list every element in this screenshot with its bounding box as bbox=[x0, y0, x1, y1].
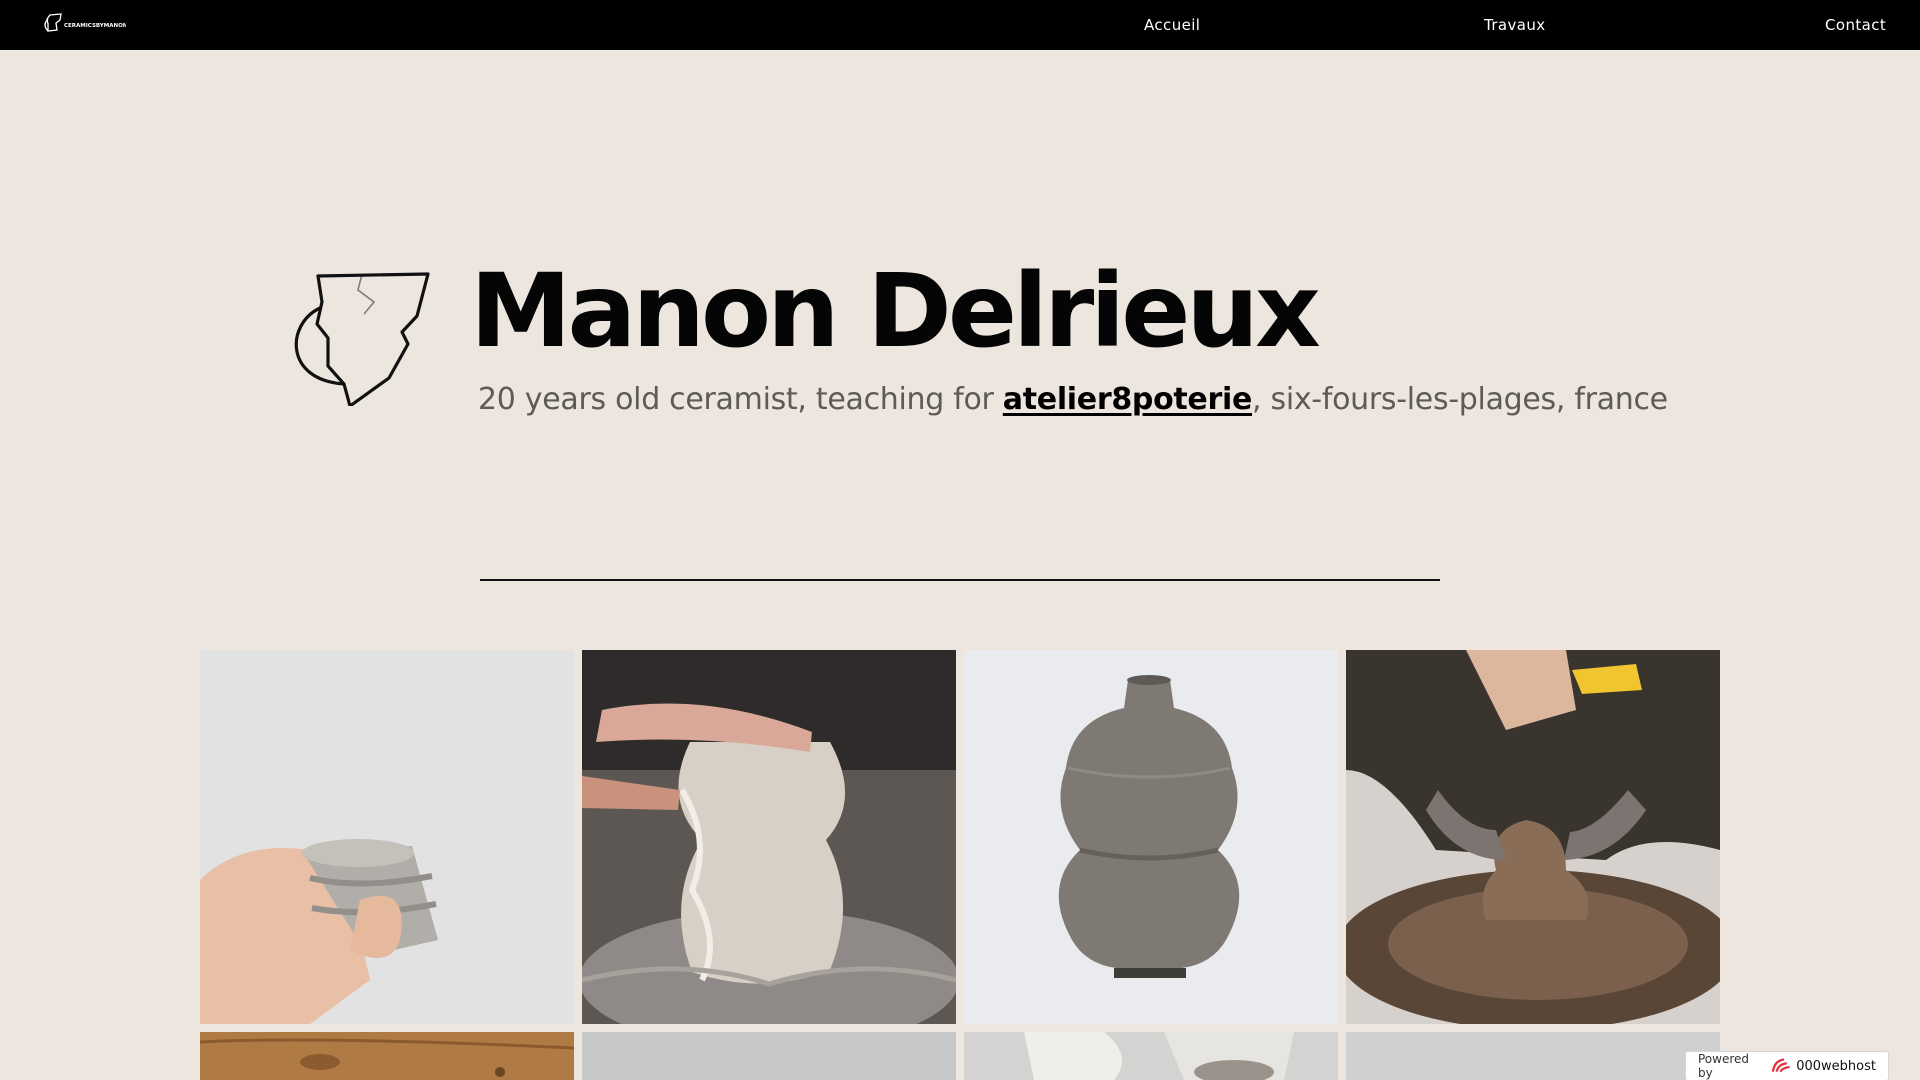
gallery-image-grey-backdrop-1[interactable] bbox=[582, 1032, 956, 1080]
svg-text:CERAMICSBYMANON: CERAMICSBYMANON bbox=[64, 23, 126, 29]
nav-link-accueil[interactable]: Accueil bbox=[1144, 16, 1200, 34]
top-navbar: CERAMICSBYMANON Accueil Travaux Contact bbox=[0, 0, 1920, 50]
gallery-image-grey-backdrop-2[interactable] bbox=[1346, 1032, 1720, 1080]
nav-link-contact[interactable]: Contact bbox=[1825, 16, 1886, 34]
gallery-image-workbench[interactable] bbox=[200, 1032, 574, 1080]
webhost-logo-icon bbox=[1771, 1058, 1790, 1073]
gallery-image-speckled-vase[interactable] bbox=[964, 650, 1338, 1024]
section-divider bbox=[480, 579, 1440, 581]
subtitle-intro: 20 years old ceramist, teaching for bbox=[478, 382, 1003, 417]
pottery-logo-icon bbox=[294, 272, 430, 406]
subtitle-location: , six-fours-les-plages, france bbox=[1252, 382, 1668, 417]
gallery-image-hands-clay[interactable] bbox=[964, 1032, 1338, 1080]
powered-by-brand: 000webhost bbox=[1796, 1058, 1876, 1074]
nav-link-travaux[interactable]: Travaux bbox=[1484, 16, 1546, 34]
atelier-link[interactable]: atelier8poterie bbox=[1003, 382, 1253, 417]
gallery-image-potter-at-wheel[interactable] bbox=[1346, 650, 1720, 1024]
gallery-image-cup-in-hand[interactable] bbox=[200, 650, 574, 1024]
gallery-image-wheel-shaping[interactable] bbox=[582, 650, 956, 1024]
powered-by-badge[interactable]: Powered by 000webhost bbox=[1685, 1051, 1889, 1080]
hero-subtitle: 20 years old ceramist, teaching for atel… bbox=[478, 382, 1668, 417]
site-logo[interactable]: CERAMICSBYMANON bbox=[42, 11, 126, 35]
page-title: Manon Delrieux bbox=[470, 252, 1321, 371]
powered-by-label: Powered by bbox=[1698, 1052, 1750, 1080]
